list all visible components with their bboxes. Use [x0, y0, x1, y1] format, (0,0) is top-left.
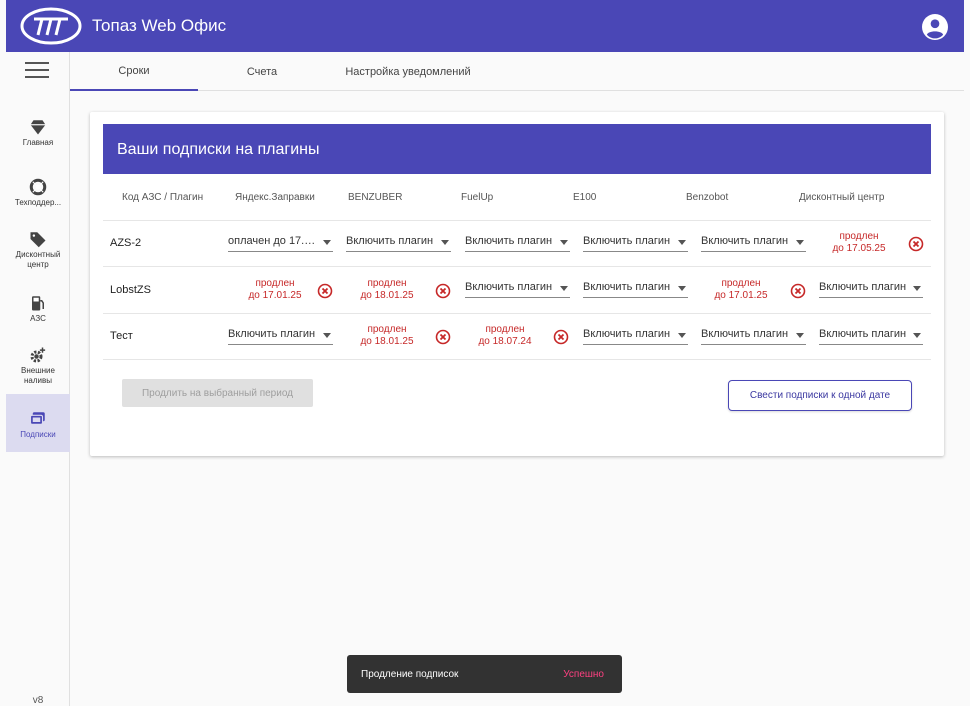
nav-item-label: Техподдер...: [14, 198, 62, 207]
column-header-e100: E100: [573, 192, 597, 203]
tab-invoices[interactable]: Счета: [198, 52, 326, 91]
cancel-subscription-icon[interactable]: [435, 283, 451, 299]
plugin-select[interactable]: Включить плагин: [701, 232, 806, 252]
tag-icon: [30, 232, 46, 248]
renewed-status: продлен до 18.01.25: [360, 278, 414, 301]
topaz-logo-icon: [20, 7, 82, 45]
nav-item-label: Дисконтный центр: [15, 250, 61, 269]
plugin-select[interactable]: Включить плагин: [583, 232, 688, 252]
tab-notification-settings[interactable]: Настройка уведомлений: [326, 52, 490, 91]
cancel-subscription-icon[interactable]: [908, 236, 924, 252]
chevron-down-icon: [441, 240, 449, 245]
cancel-subscription-icon[interactable]: [435, 329, 451, 345]
nav-item-support[interactable]: Техподдер...: [6, 178, 70, 234]
lifebuoy-icon: [29, 178, 47, 196]
cancel-subscription-icon[interactable]: [317, 283, 333, 299]
diamond-icon: [30, 120, 46, 135]
column-header-station: Код АЗС / Плагин: [122, 192, 204, 203]
column-header-fuelup: FuelUp: [461, 192, 494, 203]
account-icon[interactable]: [922, 14, 948, 40]
chevron-down-icon: [323, 240, 331, 245]
nav-item-label: Главная: [22, 138, 54, 147]
align-subscriptions-button[interactable]: Свести подписки к одной дате: [728, 380, 912, 411]
gear-plus-icon: [30, 347, 46, 363]
column-header-benzobot: Benzobot: [686, 192, 729, 203]
station-name: Тест: [110, 330, 133, 342]
nav-item-main[interactable]: Главная: [6, 118, 70, 174]
column-header-yandex: Яндекс.Заправки: [235, 192, 315, 203]
subscriptions-card: Ваши подписки на плагины Код АЗС / Плаги…: [90, 112, 944, 456]
chevron-down-icon: [796, 333, 804, 338]
fuel-pump-icon: [32, 296, 44, 311]
card-title: Ваши подписки на плагины: [103, 124, 931, 174]
plugin-select[interactable]: Включить плагин: [583, 278, 688, 298]
app-title: Топаз Web Офис: [92, 16, 227, 35]
chevron-down-icon: [678, 286, 686, 291]
chevron-down-icon: [560, 240, 568, 245]
app-bar: Топаз Web Офис: [6, 0, 964, 52]
cancel-subscription-icon[interactable]: [553, 329, 569, 345]
nav-item-label: Внешние наливы: [21, 366, 55, 385]
nav-item-discount-center[interactable]: Дисконтный центр: [6, 230, 70, 286]
nav-item-label: АЗС: [30, 314, 46, 323]
nav-item-subscriptions[interactable]: Подписки: [6, 394, 70, 452]
plugin-select[interactable]: Включить плагин: [819, 325, 923, 345]
plugin-select[interactable]: Включить плагин: [346, 232, 451, 252]
side-navigation: Главная Техподдер... Дисконтный центр АЗ…: [6, 52, 70, 706]
chevron-down-icon: [796, 240, 804, 245]
chevron-down-icon: [913, 286, 921, 291]
plugin-select[interactable]: Включить плагин: [583, 325, 688, 345]
subscriptions-icon: [29, 412, 45, 425]
chevron-down-icon: [560, 286, 568, 291]
renewed-status: продлен до 18.07.24: [478, 324, 532, 347]
station-name: AZS-2: [110, 237, 142, 249]
chevron-down-icon: [323, 333, 331, 338]
plugin-select[interactable]: Включить плагин: [465, 232, 570, 252]
nav-item-label: Подписки: [20, 430, 56, 439]
nav-item-gas-stations[interactable]: АЗС: [6, 294, 70, 350]
renewed-status: продлен до 17.05.25: [832, 231, 886, 254]
column-header-discount-center: Дисконтный центр: [799, 192, 885, 203]
chevron-down-icon: [678, 240, 686, 245]
app-version: v8: [32, 695, 44, 706]
cancel-subscription-icon[interactable]: [790, 283, 806, 299]
row-divider: [103, 266, 931, 267]
row-divider: [103, 220, 931, 221]
plugin-select[interactable]: Включить плагин: [819, 278, 923, 298]
renewed-status: продлен до 17.01.25: [248, 278, 302, 301]
snackbar-message: Продление подписок: [361, 669, 459, 680]
column-header-benzuber: BENZUBER: [348, 192, 403, 203]
snackbar: Продление подписок Успешно: [347, 655, 622, 693]
tab-terms[interactable]: Сроки: [70, 52, 198, 91]
renewed-status: продлен до 18.01.25: [360, 324, 414, 347]
plugin-select[interactable]: оплачен до 17.1...: [228, 232, 333, 252]
tab-bar: Сроки Счета Настройка уведомлений: [70, 52, 964, 91]
row-divider: [103, 359, 931, 360]
plugin-select[interactable]: Включить плагин: [701, 325, 806, 345]
snackbar-action[interactable]: Успешно: [563, 669, 604, 680]
extend-subscriptions-button[interactable]: Продлить на выбранный период: [122, 379, 313, 407]
chevron-down-icon: [678, 333, 686, 338]
plugin-select[interactable]: Включить плагин: [465, 278, 570, 298]
hamburger-menu-icon[interactable]: [25, 62, 49, 80]
station-name: LobstZS: [110, 284, 151, 296]
chevron-down-icon: [913, 333, 921, 338]
row-divider: [103, 313, 931, 314]
renewed-status: продлен до 17.01.25: [714, 278, 768, 301]
plugin-select[interactable]: Включить плагин: [228, 325, 333, 345]
